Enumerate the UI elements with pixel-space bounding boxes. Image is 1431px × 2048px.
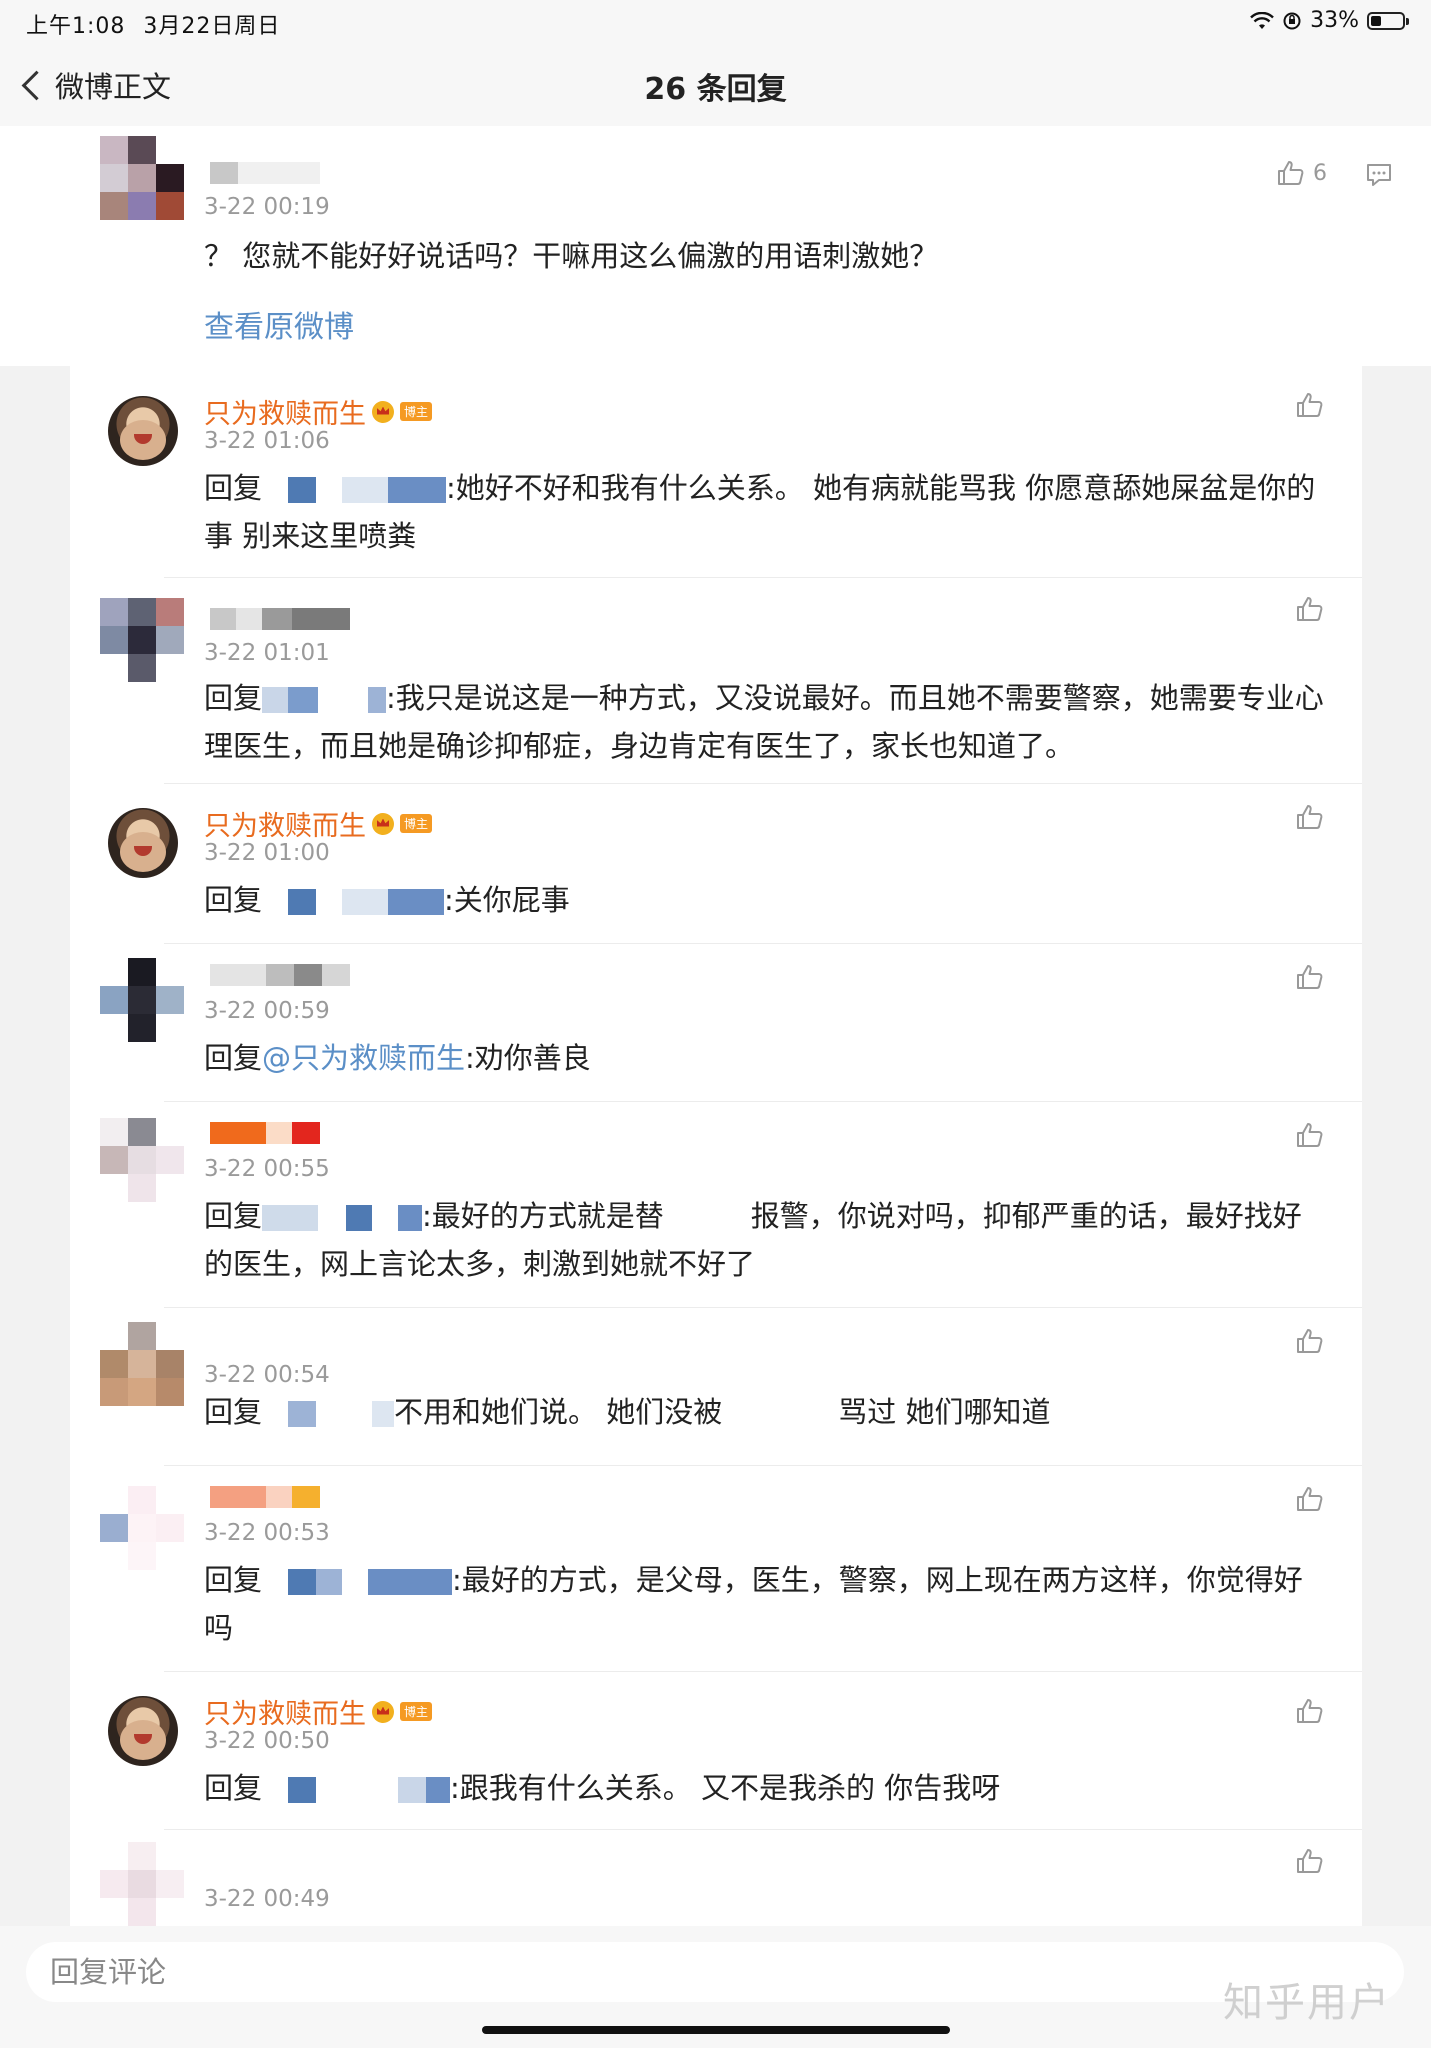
avatar[interactable] [100,1486,184,1570]
avatar[interactable] [100,136,184,220]
battery-icon [1367,11,1409,30]
status-bar: 上午1:08 3月22日周日 33% [0,0,1431,40]
avatar[interactable] [108,396,178,466]
username-redacted [210,1486,320,1508]
reply-text: 回复 :关你屁事 [204,876,1324,924]
crown-icon [372,400,394,423]
thumbs-up-icon[interactable] [1296,1698,1324,1724]
reply-prefix: 回复 [204,1199,263,1233]
wifi-icon [1250,11,1274,29]
crown-icon [372,1700,394,1723]
status-indicators: 33% [1250,8,1409,33]
thumbs-up-icon[interactable] [1296,1328,1324,1354]
reply-prefix: 回复 [204,471,263,505]
page-title: 26 条回复 [644,72,787,107]
reply-text: 回复 不用和她们说。 她们没被 骂过 她们哪知道 [204,1388,1324,1436]
reply-item: 3-22 00:49 [70,1830,1362,1926]
thumbs-up-icon [1278,161,1304,185]
reply-prefix: 回复 [204,1395,263,1429]
reply-time: 3-22 00:54 [204,1362,330,1388]
thumbs-up-icon[interactable] [1296,804,1324,830]
reply-body: :劝你善良 [465,1041,591,1075]
thumbs-up-icon[interactable] [1296,392,1324,418]
battery-percent: 33% [1310,8,1359,33]
author-badge: 博主 [400,1702,433,1721]
reply-time: 3-22 00:53 [204,1520,330,1546]
reply-input[interactable]: 回复评论 [26,1942,1404,2002]
author-badge: 博主 [400,814,433,833]
view-original-link[interactable]: 查看原微博 [204,302,354,346]
reply-time: 3-22 00:59 [204,998,330,1024]
reply-prefix: 回复 [204,681,263,715]
reply-time: 3-22 01:01 [204,640,330,666]
reply-item: 3-22 00:53 回复:最好的方式，是父母，医生，警察，网上现在两方这样，你… [70,1466,1362,1672]
username[interactable]: 只为救赎而生 博主 [204,804,433,843]
reply-list: 只为救赎而生 博主 3-22 01:06 回复:她好不好和我有什么关系。 她有病… [70,366,1362,1926]
username-label: 只为救赎而生 [204,811,366,842]
like-button[interactable]: 6 [1277,160,1327,186]
author-badge: 博主 [400,402,433,421]
avatar[interactable] [100,1842,184,1926]
thumbs-up-icon[interactable] [1296,964,1324,990]
reply-time: 3-22 01:06 [204,428,330,454]
reply-text: 回复 :跟我有什么关系。 又不是我杀的 你告我呀 [204,1764,1324,1812]
status-date: 3月22日周日 [143,14,281,39]
reply-time: 3-22 00:55 [204,1156,330,1182]
reply-text: 回复:她好不好和我有什么关系。 她有病就能骂我 你愿意舔她屎盆是你的事 别来这里… [204,464,1324,560]
username-redacted [210,1122,320,1144]
username-redacted [210,162,320,184]
username-redacted [210,608,350,630]
reply-prefix: 回复 [204,1041,263,1075]
thumbs-up-icon[interactable] [1296,596,1324,622]
reply-body: :关你屁事 [444,883,570,917]
reply-prefix: 回复 [204,883,263,917]
reply-prefix: 回复 [204,1563,263,1597]
root-comment: 3-22 00:19 ？ 您就不能好好说话吗？干嘛用这么偏激的用语刺激她？ 查看… [0,126,1431,366]
reply-item: 3-22 01:01 回复:我只是说这是一种方式，又没说最好。而且她不需要警察，… [70,578,1362,784]
username-label: 只为救赎而生 [204,1699,366,1730]
username[interactable]: 只为救赎而生 博主 [204,1692,433,1731]
mention-link[interactable]: @只为救赎而生 [262,1041,465,1075]
username-redacted [210,964,350,986]
username[interactable]: 只为救赎而生 博主 [204,392,433,431]
home-indicator[interactable] [482,2026,950,2034]
like-count: 6 [1313,160,1327,186]
avatar[interactable] [100,958,184,1042]
avatar[interactable] [100,1118,184,1202]
reply-prefix: 回复 [204,1771,263,1805]
thumbs-up-icon[interactable] [1296,1486,1324,1512]
reply-item: 3-22 00:54 回复 不用和她们说。 她们没被 骂过 她们哪知道 [70,1308,1362,1466]
reply-time: 3-22 00:50 [204,1728,330,1754]
comment-text: ？ 您就不能好好说话吗？干嘛用这么偏激的用语刺激她？ [204,239,939,273]
status-time-date: 上午1:08 3月22日周日 [26,8,280,40]
reply-text: 回复:我只是说这是一种方式，又没说最好。而且她不需要警察，她需要专业心理医生，而… [204,674,1324,770]
avatar[interactable] [100,1322,184,1406]
username-label: 只为救赎而生 [204,399,366,430]
reply-body: 不用和她们说。 她们没被 骂过 她们哪知道 [394,1395,1051,1429]
reply-text: 回复:最好的方式就是替 报警，你说对吗，抑郁严重的话，最好找好的医生，网上言论太… [204,1192,1324,1288]
crown-icon [372,812,394,835]
thumbs-up-icon[interactable] [1296,1848,1324,1874]
reply-text: 回复:最好的方式，是父母，医生，警察，网上现在两方这样，你觉得好吗 [204,1556,1324,1652]
orientation-lock-icon [1283,12,1301,29]
status-time: 上午1:08 [26,14,126,39]
comment-time: 3-22 00:19 [204,194,330,220]
reply-time: 3-22 00:49 [204,1886,330,1912]
reply-item: 3-22 00:59 回复@只为救赎而生:劝你善良 [70,944,1362,1102]
reply-body: :跟我有什么关系。 又不是我杀的 你告我呀 [450,1771,1001,1805]
reply-text: 回复@只为救赎而生:劝你善良 [204,1034,1324,1082]
comment-icon[interactable] [1365,162,1393,188]
avatar[interactable] [100,598,184,682]
reply-item: 只为救赎而生 博主 3-22 01:06 回复:她好不好和我有什么关系。 她有病… [70,366,1362,578]
reply-item: 3-22 00:55 回复:最好的方式就是替 报警，你说对吗，抑郁严重的话，最好… [70,1102,1362,1308]
reply-item: 只为救赎而生 博主 3-22 00:50 回复 :跟我有什么关系。 又不是我杀的 … [70,1672,1362,1830]
watermark: 知乎用户 [1223,1980,1391,2026]
bottom-bar: 回复评论 知乎用户 [0,1926,1431,2048]
thumbs-up-icon[interactable] [1296,1122,1324,1148]
nav-header: 微博正文 26 条回复 [0,40,1431,127]
reply-time: 3-22 01:00 [204,840,330,866]
avatar[interactable] [108,1696,178,1766]
avatar[interactable] [108,808,178,878]
reply-item: 只为救赎而生 博主 3-22 01:00 回复 :关你屁事 [70,784,1362,944]
